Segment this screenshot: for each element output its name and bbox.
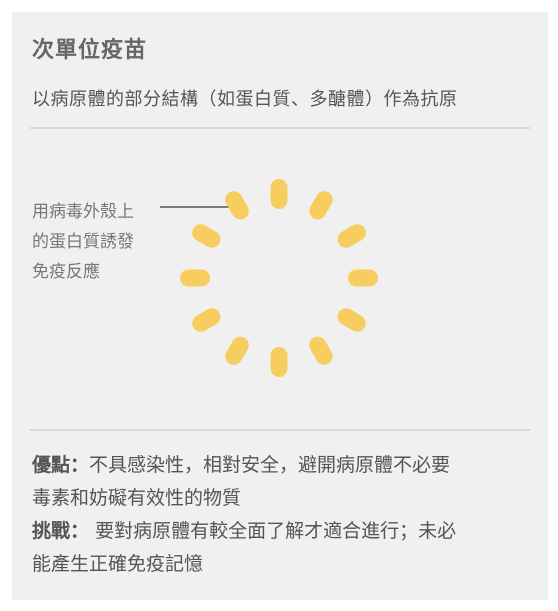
advantages-text-2: 毒素和妨礙有效性的物質 [32,487,242,509]
divider-bottom [30,429,530,431]
diagram-callout: 用病毒外殼上 的蛋白質誘發 免疫反應 [32,197,134,287]
protein-particle [309,191,333,220]
protein-particle [348,269,378,287]
challenges-text-2: 能產生正確免疫記憶 [32,553,204,575]
protein-particle [225,336,249,365]
protein-particle [337,308,366,332]
challenges-label: 挑戰 [32,520,71,542]
challenges-separator: ： [70,520,90,542]
protein-particle [270,347,288,377]
advantages-line-1: 優點：不具感染性，相對安全，避開病原體不必要 [32,449,532,482]
protein-particle [225,191,249,220]
pros-cons-section: 優點：不具感染性，相對安全，避開病原體不必要 毒素和妨礙有效性的物質 挑戰： 要… [32,449,532,581]
callout-line-1: 用病毒外殼上 [32,202,134,222]
protein-particle [180,269,210,287]
protein-particle-ring [180,179,378,377]
protein-particle [337,224,366,248]
challenges-line-2: 能產生正確免疫記憶 [32,548,532,581]
challenges-line-1: 挑戰： 要對病原體有較全面了解才適合進行；未必 [32,515,532,548]
advantages-line-2: 毒素和妨礙有效性的物質 [32,482,532,515]
protein-particle [192,308,221,332]
vaccine-card: 次單位疫苗 以病原體的部分結構（如蛋白質、多醣體）作為抗原 用病毒外殼上 的蛋白… [12,12,548,600]
protein-particle [192,224,221,248]
advantages-label: 優點 [32,454,71,476]
callout-line-2: 的蛋白質誘發 [32,232,134,252]
protein-particle [270,179,288,209]
callout-line-3: 免疫反應 [32,262,100,282]
challenges-text-1: 要對病原體有較全面了解才適合進行；未必 [89,520,457,542]
protein-particle [309,336,333,365]
advantages-text-1: 不具感染性，相對安全，避開病原體不必要 [89,454,451,476]
advantages-separator: ： [70,454,90,476]
